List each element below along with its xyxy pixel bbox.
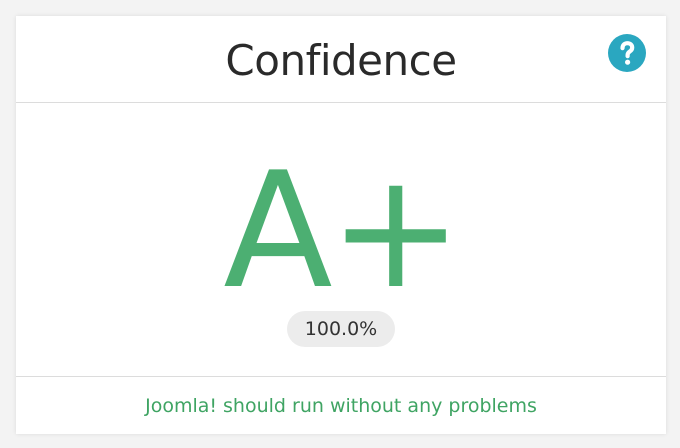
confidence-score-badge: 100.0% (287, 311, 395, 347)
confidence-grade: A+ (223, 137, 463, 324)
card-header: Confidence (16, 16, 666, 103)
card-footer: Joomla! should run without any problems (16, 377, 666, 434)
question-mark-glyph (620, 41, 635, 65)
card-body: A+ 100.0% (16, 103, 666, 377)
help-icon[interactable] (608, 34, 646, 72)
card-title: Confidence (225, 36, 457, 85)
confidence-message: Joomla! should run without any problems (145, 395, 537, 417)
confidence-card: Confidence A+ 100.0% Joomla! should run … (16, 16, 666, 434)
